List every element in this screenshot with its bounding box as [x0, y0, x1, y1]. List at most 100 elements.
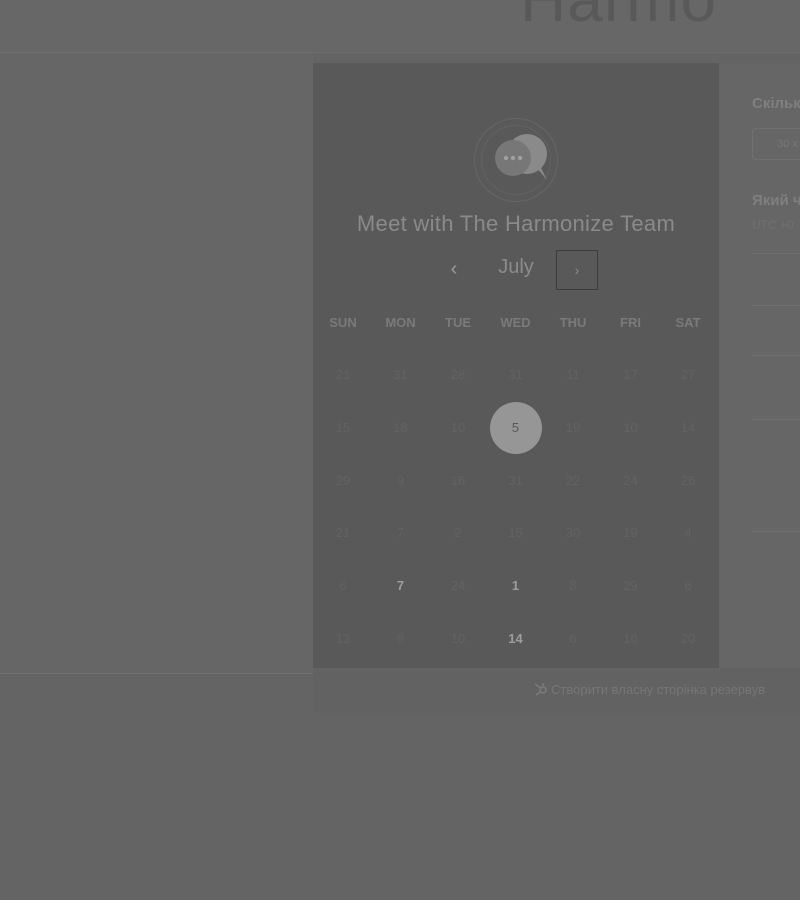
booking-calendar: Meet with The Harmonize Team ‹ July › SU…: [313, 63, 719, 668]
day-number: 28: [450, 367, 466, 382]
weekday-label: FRI: [620, 315, 641, 330]
day-number: 4: [684, 525, 692, 541]
day-number: 16: [450, 472, 466, 488]
duration-select[interactable]: 30 х: [752, 128, 800, 160]
day-number: 6: [684, 578, 692, 594]
weekday-label: THU: [559, 315, 587, 330]
calendar-day: 20: [659, 613, 717, 665]
calendar-day: 31: [487, 455, 545, 507]
calendar-day: 7: [372, 507, 430, 559]
calendar-day: 19: [602, 507, 660, 559]
calendar-day: 22: [544, 455, 602, 507]
timezone-label[interactable]: UTC +0: [752, 218, 794, 232]
calendar-day: 11: [544, 349, 602, 401]
calendar-day: 29: [602, 560, 660, 612]
day-number: 7: [396, 525, 405, 541]
day-number: 22: [565, 472, 581, 488]
calendar-day[interactable]: 14: [487, 613, 545, 665]
calendar-day: 24: [602, 455, 660, 507]
day-number: 21: [335, 525, 351, 541]
day-number: 13: [335, 631, 351, 646]
day-number: 31: [393, 367, 408, 382]
calendar-day: 31: [372, 349, 430, 401]
selected-day[interactable]: 5: [487, 401, 545, 454]
previous-month-button[interactable]: ‹: [439, 252, 469, 286]
day-number: 14: [680, 419, 696, 435]
day-number: 6: [396, 631, 405, 646]
day-number: 16: [623, 631, 638, 646]
calendar-day: 10: [429, 402, 487, 454]
calendar-day: 2: [429, 507, 487, 559]
day-number: 24: [450, 578, 466, 594]
divider: [752, 531, 800, 532]
create-booking-page-text: Створити власну сторінка резервув: [551, 682, 765, 697]
day-number: 14: [508, 631, 523, 646]
calendar-day[interactable]: 1: [487, 560, 545, 612]
chat-bubble-icon: [495, 134, 547, 180]
calendar-day: 15: [314, 402, 372, 454]
calendar-day: 10: [429, 613, 487, 665]
day-number: 8: [569, 578, 577, 594]
day-number: 30: [565, 525, 581, 541]
calendar-day: 6: [544, 613, 602, 665]
calendar-day: 18: [372, 402, 430, 454]
weekday-label: WED: [500, 315, 531, 330]
create-booking-page-link[interactable]: Створити власну сторінка резервув: [533, 682, 765, 697]
day-number: 7: [396, 578, 405, 594]
weekday-label: MON: [385, 315, 416, 330]
calendar-day: 13: [314, 613, 372, 665]
day-number: 6: [339, 578, 347, 594]
day-number: 1: [511, 578, 520, 594]
day-number: 21: [335, 367, 351, 382]
day-number: 17: [623, 367, 638, 382]
divider: [752, 253, 800, 254]
day-number: 31: [508, 472, 523, 488]
day-number: 20: [680, 631, 696, 646]
day-number: 6: [569, 631, 577, 646]
calendar-day: 24: [429, 560, 487, 612]
calendar-day: 6: [659, 560, 717, 612]
calendar-day: 17: [602, 349, 660, 401]
footer-bar: Створити власну сторінка резервув: [313, 669, 800, 713]
brand-logo-icon: [398, 0, 488, 16]
calendar-day: 31: [487, 349, 545, 401]
brand-name: Harmo: [520, 0, 717, 36]
calendar-day: 9: [372, 455, 430, 507]
calendar-day[interactable]: 7: [372, 560, 430, 612]
hubspot-sprocket-icon: [534, 683, 547, 696]
day-number: 27: [680, 367, 696, 382]
next-month-button[interactable]: ›: [556, 250, 598, 290]
day-number: 18: [393, 419, 408, 435]
day-number: 9: [396, 472, 405, 488]
calendar-day: 6: [372, 613, 430, 665]
day-number: 10: [450, 419, 466, 435]
day-number: 29: [623, 578, 638, 594]
calendar-day: 19: [544, 402, 602, 454]
calendar-day: 26: [659, 455, 717, 507]
day-number: 31: [508, 367, 523, 382]
divider: [752, 419, 800, 420]
calendar-day: 8: [544, 560, 602, 612]
day-number: 26: [680, 472, 696, 488]
duration-value: 30 х: [777, 138, 798, 150]
day-number: 24: [623, 472, 638, 488]
weekday-label: SUN: [329, 315, 357, 330]
calendar-day: 6: [314, 560, 372, 612]
top-logo-bar: Harmo: [0, 0, 800, 53]
duration-label: Скільк: [752, 95, 800, 112]
day-number: 5: [511, 419, 520, 435]
chevron-left-icon: ‹: [450, 258, 458, 280]
left-panel: [0, 53, 313, 673]
day-number: 19: [565, 419, 581, 435]
weekday-label: SAT: [675, 315, 701, 330]
calendar-day: 4: [659, 507, 717, 559]
divider: [752, 355, 800, 356]
calendar-day: 21: [314, 349, 372, 401]
day-number: 15: [335, 419, 351, 435]
day-number: 29: [335, 472, 351, 488]
calendar-day: 10: [602, 402, 660, 454]
month-label: July: [498, 256, 534, 278]
right-panel: Скільк 30 х Який ч UTC +0: [720, 63, 800, 668]
day-grid: 21 31 28 31 11 17 27 15 18 10 5 19 10 14 29 9 16 31 22 24 26…: [313, 349, 719, 667]
meeting-title: Meet with The Harmonize Team: [356, 211, 676, 236]
